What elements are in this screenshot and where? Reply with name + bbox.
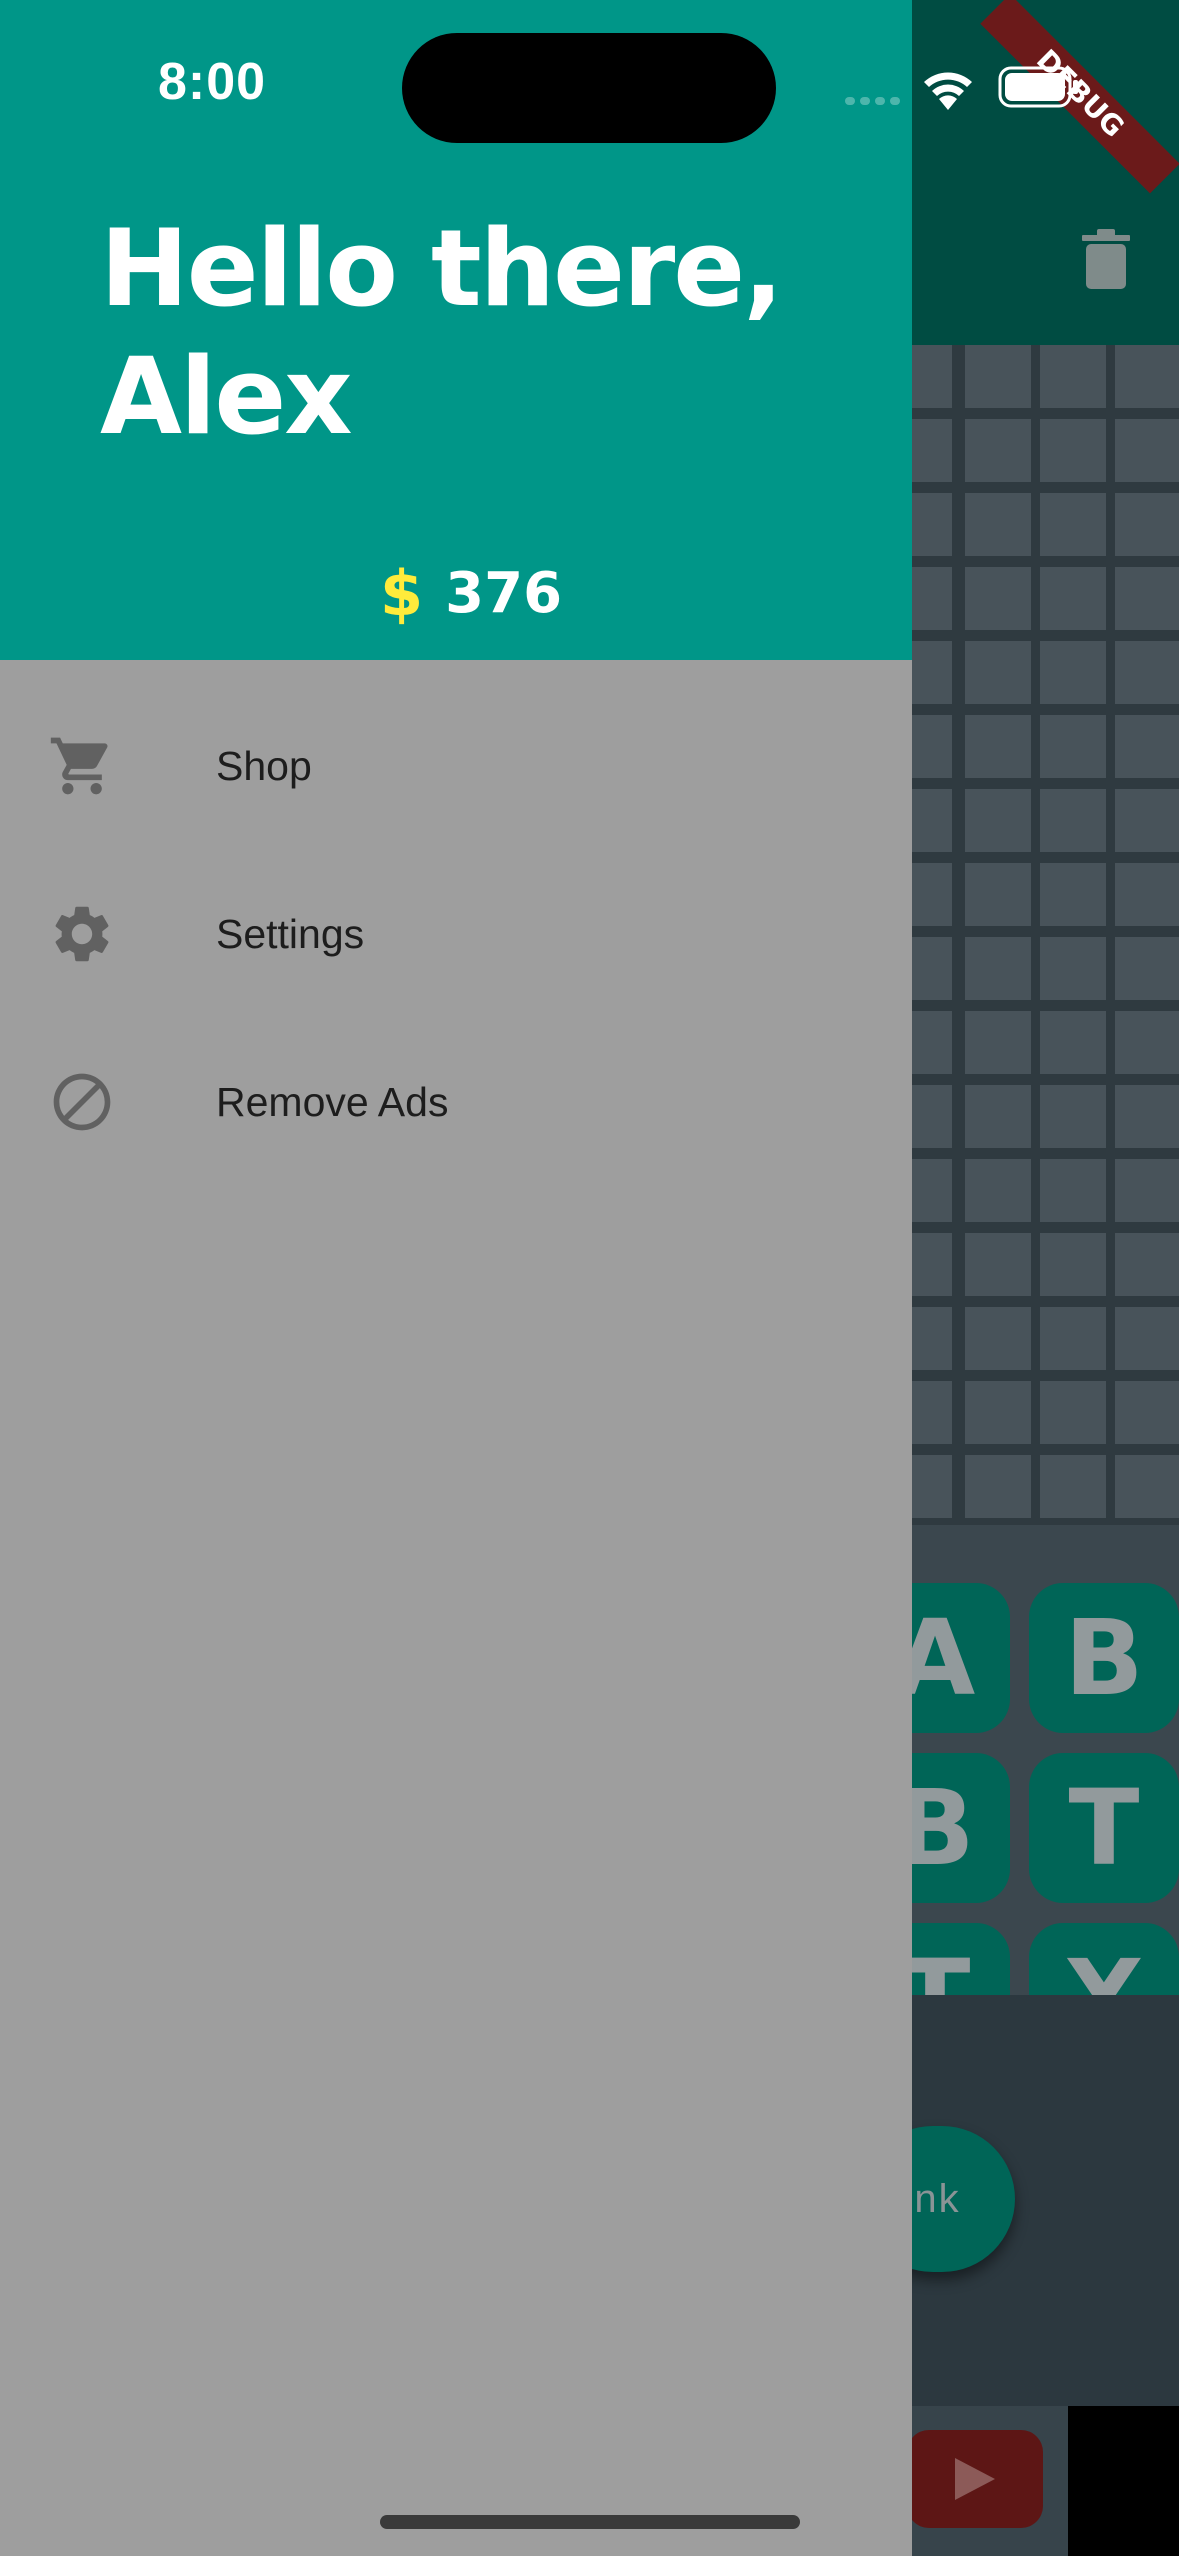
grid-cell[interactable] bbox=[965, 567, 1031, 630]
grid-cell[interactable] bbox=[1115, 641, 1179, 704]
grid-cell[interactable] bbox=[965, 1381, 1031, 1444]
letter-tile[interactable]: X bbox=[1029, 1923, 1179, 1995]
menu-item-label: Shop bbox=[216, 743, 312, 789]
grid-cell[interactable] bbox=[1040, 1159, 1106, 1222]
grid-cell[interactable] bbox=[1040, 1307, 1106, 1370]
home-indicator[interactable] bbox=[380, 2515, 800, 2529]
menu-item-shop[interactable]: Shop bbox=[0, 682, 912, 850]
grid-cell[interactable] bbox=[1115, 863, 1179, 926]
grid-cell[interactable] bbox=[1115, 937, 1179, 1000]
coin-balance: $ 376 bbox=[380, 548, 562, 638]
grid-cell[interactable] bbox=[965, 1455, 1031, 1518]
grid-cell[interactable] bbox=[1040, 641, 1106, 704]
block-icon bbox=[53, 1073, 111, 1131]
grid-cell[interactable] bbox=[965, 937, 1031, 1000]
grid-cell[interactable] bbox=[1115, 1233, 1179, 1296]
grid-cell[interactable] bbox=[912, 1455, 952, 1518]
letter-tile[interactable]: B bbox=[912, 1753, 1010, 1903]
grid-cell[interactable] bbox=[1115, 715, 1179, 778]
grid-cell[interactable] bbox=[1115, 1159, 1179, 1222]
trash-icon[interactable] bbox=[1082, 229, 1130, 289]
navigation-drawer: Hello there, Alex $ 376 Shop Settings Re… bbox=[0, 0, 912, 2556]
grid-cell[interactable] bbox=[912, 641, 952, 704]
grid-cell[interactable] bbox=[1115, 1307, 1179, 1370]
ad-black-area bbox=[1068, 2406, 1179, 2556]
grid-cell[interactable] bbox=[1115, 1455, 1179, 1518]
grid-cell[interactable] bbox=[965, 1085, 1031, 1148]
grid-cell[interactable] bbox=[1040, 789, 1106, 852]
grid-cell[interactable] bbox=[965, 715, 1031, 778]
grid-cell[interactable] bbox=[965, 1011, 1031, 1074]
wifi-icon bbox=[924, 72, 972, 110]
grid-cell[interactable] bbox=[1040, 1455, 1106, 1518]
grid-cell[interactable] bbox=[912, 1159, 952, 1222]
letter-tile[interactable]: A bbox=[912, 1583, 1010, 1733]
grid-cell[interactable] bbox=[1040, 937, 1106, 1000]
grid-cell[interactable] bbox=[912, 419, 952, 482]
grid-cell[interactable] bbox=[1115, 345, 1179, 408]
greeting-title: Hello there, Alex bbox=[100, 207, 783, 458]
grid-cell[interactable] bbox=[912, 493, 952, 556]
letter-grid bbox=[912, 345, 1179, 1525]
letter-tile[interactable]: B bbox=[1029, 1583, 1179, 1733]
grid-cell[interactable] bbox=[1115, 493, 1179, 556]
grid-cell[interactable] bbox=[965, 1233, 1031, 1296]
letter-tray: A B B T T X bbox=[912, 1525, 1179, 1995]
grid-cell[interactable] bbox=[965, 863, 1031, 926]
grid-cell[interactable] bbox=[965, 1159, 1031, 1222]
grid-cell[interactable] bbox=[912, 1011, 952, 1074]
menu-item-label: Settings bbox=[216, 911, 365, 957]
currency-icon: $ bbox=[380, 556, 424, 630]
coin-amount: 376 bbox=[445, 560, 563, 626]
ad-play-button[interactable] bbox=[907, 2430, 1043, 2528]
grid-cell[interactable] bbox=[912, 789, 952, 852]
menu-item-settings[interactable]: Settings bbox=[0, 850, 912, 1018]
grid-cell[interactable] bbox=[1040, 567, 1106, 630]
play-icon bbox=[955, 2458, 995, 2500]
menu-item-remove-ads[interactable]: Remove Ads bbox=[0, 1018, 912, 1186]
grid-cell[interactable] bbox=[1040, 345, 1106, 408]
grid-cell[interactable] bbox=[965, 789, 1031, 852]
grid-cell[interactable] bbox=[912, 567, 952, 630]
grid-cell[interactable] bbox=[912, 715, 952, 778]
gear-icon bbox=[55, 906, 109, 962]
letter-tile[interactable]: T bbox=[1029, 1753, 1179, 1903]
grid-cell[interactable] bbox=[912, 1085, 952, 1148]
grid-cell[interactable] bbox=[965, 1307, 1031, 1370]
grid-cell[interactable] bbox=[965, 345, 1031, 408]
grid-cell[interactable] bbox=[1040, 1011, 1106, 1074]
battery-icon bbox=[998, 66, 1078, 108]
grid-cell[interactable] bbox=[912, 1233, 952, 1296]
grid-cell[interactable] bbox=[1115, 789, 1179, 852]
letter-tile[interactable]: T bbox=[912, 1923, 1010, 1995]
grid-cell[interactable] bbox=[1040, 493, 1106, 556]
grid-cell[interactable] bbox=[1115, 419, 1179, 482]
grid-cell[interactable] bbox=[1040, 863, 1106, 926]
grid-cell[interactable] bbox=[912, 937, 952, 1000]
grid-cell[interactable] bbox=[912, 345, 952, 408]
grid-cell[interactable] bbox=[1115, 1085, 1179, 1148]
grid-cell[interactable] bbox=[1040, 419, 1106, 482]
grid-cell[interactable] bbox=[1115, 567, 1179, 630]
grid-cell[interactable] bbox=[912, 1381, 952, 1444]
grid-cell[interactable] bbox=[1115, 1011, 1179, 1074]
cellular-signal-icon bbox=[845, 97, 900, 105]
dynamic-island bbox=[402, 33, 776, 143]
grid-cell[interactable] bbox=[965, 493, 1031, 556]
grid-cell[interactable] bbox=[1040, 1381, 1106, 1444]
status-time: 8:00 bbox=[158, 53, 267, 111]
grid-cell[interactable] bbox=[1040, 1233, 1106, 1296]
cart-icon bbox=[50, 737, 108, 795]
grid-cell[interactable] bbox=[1040, 715, 1106, 778]
grid-cell[interactable] bbox=[1040, 1085, 1106, 1148]
grid-cell[interactable] bbox=[965, 641, 1031, 704]
grid-cell[interactable] bbox=[965, 419, 1031, 482]
grid-cell[interactable] bbox=[912, 1307, 952, 1370]
grid-cell[interactable] bbox=[912, 863, 952, 926]
menu-item-label: Remove Ads bbox=[216, 1079, 449, 1125]
grid-cell[interactable] bbox=[1115, 1381, 1179, 1444]
